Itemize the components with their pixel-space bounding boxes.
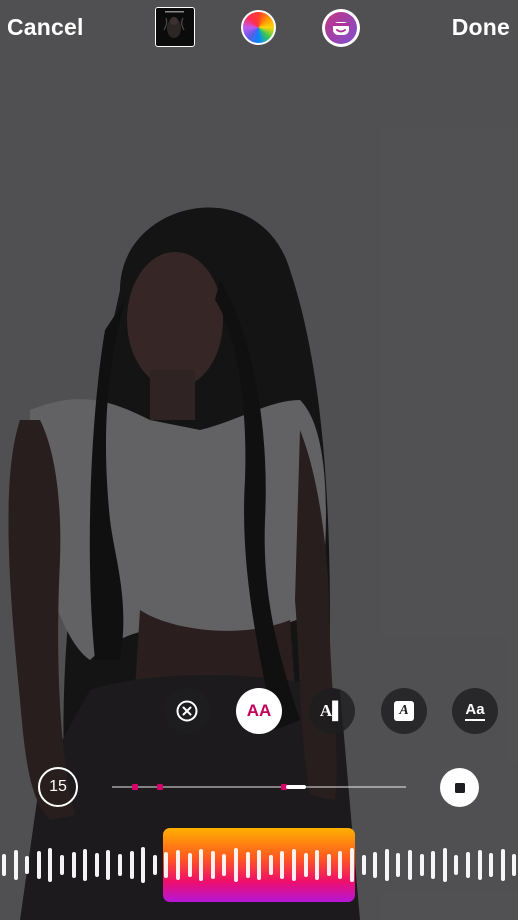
lyric-marker (157, 784, 163, 790)
waveform-bar (36, 851, 41, 879)
face-filter-icon (325, 12, 357, 44)
waveform-bar (2, 854, 6, 876)
waveform-bar (466, 852, 470, 878)
waveform-bar (71, 852, 76, 878)
cancel-button[interactable]: Cancel (7, 14, 84, 41)
waveform-bar (280, 851, 285, 879)
waveform-bar (489, 853, 494, 877)
waveform-bar (512, 854, 517, 876)
stop-button[interactable] (440, 768, 479, 807)
album-art-thumbnail[interactable] (155, 7, 195, 47)
clear-style-button[interactable] (164, 688, 210, 734)
waveform-bar (338, 851, 343, 879)
waveform-bar (25, 856, 30, 874)
waveform-bar (94, 853, 99, 877)
text-cursor-icon: A▌ (319, 701, 345, 720)
text-box-icon: A (394, 701, 414, 721)
waveform-bar (361, 855, 366, 875)
clip-duration-label: 15 (49, 778, 67, 795)
waveform-bar (408, 850, 412, 880)
waveform-bar (176, 850, 180, 880)
text-underline-icon: Aa (465, 701, 485, 718)
waveform-bar (350, 848, 354, 882)
text-style-boxed-button[interactable]: A (381, 688, 427, 734)
clip-timeline: 15 (0, 765, 518, 811)
text-style-underline-button[interactable]: Aa (452, 688, 498, 734)
selected-clip-segment (286, 785, 306, 789)
waveform-bar (431, 851, 436, 879)
waveform-bar (13, 850, 18, 880)
waveform-bar (292, 849, 296, 881)
face-filter-button[interactable] (322, 9, 360, 47)
waveform-bar (210, 851, 215, 879)
underline-bar (465, 719, 485, 721)
text-style-karaoke-button[interactable]: A▌ (309, 688, 355, 734)
lyric-marker (132, 784, 138, 790)
waveform-bar (315, 850, 320, 880)
waveform-bar (106, 850, 111, 880)
waveform-bar (187, 853, 192, 877)
waveform-bar (303, 853, 308, 877)
close-circle-icon (176, 700, 198, 722)
waveform-bar (118, 854, 122, 876)
color-wheel-icon[interactable] (241, 10, 276, 45)
text-style-icon: AA (246, 701, 272, 720)
waveform-bar (222, 854, 227, 876)
song-progress-track[interactable] (112, 784, 406, 790)
waveform-bar (199, 849, 204, 881)
waveform-bar (83, 849, 88, 881)
waveform-bar (373, 852, 378, 878)
waveform-bar (234, 848, 238, 882)
done-button[interactable]: Done (452, 14, 510, 41)
waveform-bar (141, 847, 146, 883)
album-art-icon (156, 8, 193, 45)
clip-duration-button[interactable]: 15 (38, 767, 78, 807)
text-style-aa-button[interactable]: AA (236, 688, 282, 734)
waveform-bar (245, 852, 250, 878)
waveform-bar (60, 855, 64, 875)
waveform-bar (268, 855, 273, 875)
waveform-bar (500, 849, 505, 881)
stop-icon (454, 782, 465, 793)
waveform-bar (454, 855, 459, 875)
waveform-bar (257, 850, 262, 880)
waveform-bar (164, 852, 169, 878)
waveform-bar (48, 848, 53, 882)
top-bar: Cancel Done (0, 0, 518, 60)
waveform-bar (326, 854, 331, 876)
audio-waveform-scrubber[interactable] (0, 828, 518, 902)
waveform-bar (129, 851, 134, 879)
waveform-bar (477, 850, 482, 880)
waveform-bar (442, 848, 447, 882)
waveform-bar (384, 849, 389, 881)
text-box-icon-label: A (399, 703, 409, 718)
waveform-bar (419, 854, 424, 876)
waveform-bar (152, 855, 157, 875)
waveform-bar (396, 853, 401, 877)
lyrics-style-selector: AA A▌ A Aa (0, 688, 518, 734)
